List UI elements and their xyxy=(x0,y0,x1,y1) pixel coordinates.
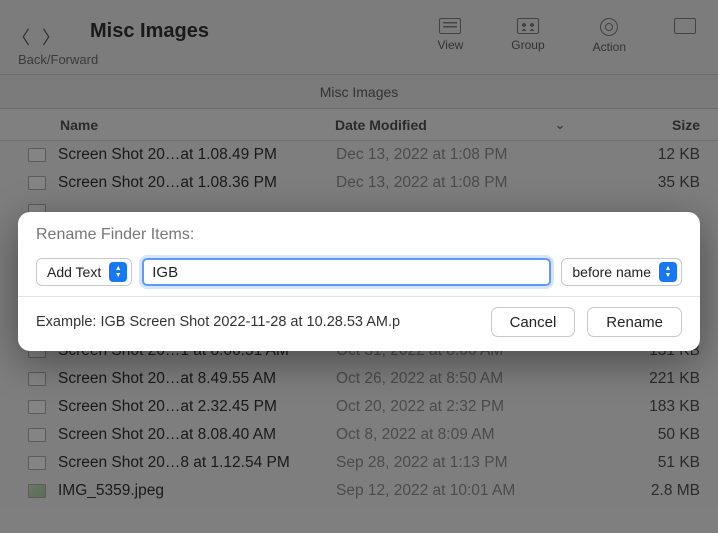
divider xyxy=(18,296,700,297)
position-select[interactable]: before name ▲▼ xyxy=(561,258,682,286)
rename-button[interactable]: Rename xyxy=(587,307,682,337)
rename-dialog: Rename Finder Items: Add Text ▲▼ before … xyxy=(18,212,700,351)
select-arrows-icon: ▲▼ xyxy=(109,262,127,282)
dialog-title: Rename Finder Items: xyxy=(36,226,682,244)
add-text-input[interactable] xyxy=(142,258,551,286)
example-text: Example: IGB Screen Shot 2022-11-28 at 1… xyxy=(36,314,479,330)
mode-select[interactable]: Add Text ▲▼ xyxy=(36,258,132,286)
select-arrows-icon: ▲▼ xyxy=(659,262,677,282)
cancel-button[interactable]: Cancel xyxy=(491,307,576,337)
